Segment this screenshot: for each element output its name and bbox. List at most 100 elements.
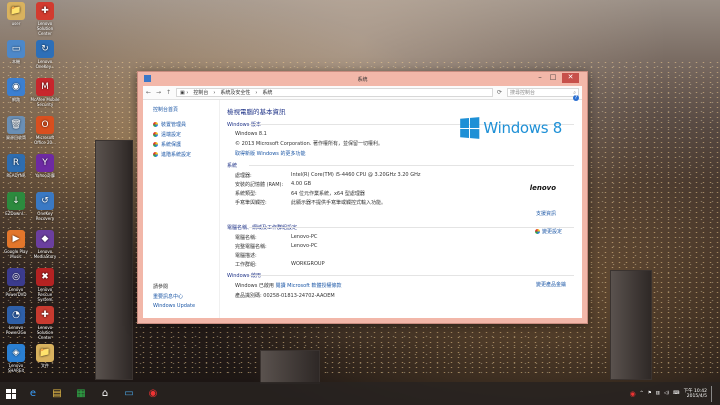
desktop-icon-label: Lenovo OneKey... xyxy=(35,59,55,69)
more-features-link[interactable]: 取得新版 Windows 的更多功能 xyxy=(227,150,574,157)
breadcrumb-item[interactable]: 系統 xyxy=(262,89,272,96)
desktop-icon[interactable]: Y Yahoo奇摩 xyxy=(30,154,60,178)
up-arrow-icon[interactable]: ↑ xyxy=(166,89,172,96)
sidebar-item-label: 系統保護 xyxy=(161,142,182,148)
shield-icon xyxy=(153,152,158,157)
desktop-icon[interactable]: O Microsoft Office 20... xyxy=(30,116,60,145)
window-titlebar[interactable]: 系統 – □ ✕ xyxy=(138,72,587,86)
sidebar-home-link[interactable]: 控制台首頁 xyxy=(153,106,219,113)
refresh-icon[interactable]: ⟳ xyxy=(497,89,503,96)
file-explorer-icon[interactable]: ▤ xyxy=(46,384,68,403)
desktop-icon-label: Yahoo奇摩 xyxy=(35,173,55,178)
chevron-up-icon[interactable]: ^ xyxy=(640,391,644,396)
desktop-icon-label: Lenovo Power2Go xyxy=(5,325,27,335)
app-icon: R xyxy=(7,154,25,172)
info-key: 手寫筆與觸控: xyxy=(235,200,267,206)
desktop-icon-label: EZDownl... xyxy=(5,211,27,216)
mcafee-icon[interactable]: ◉ xyxy=(142,384,164,403)
app-icon: ◔ xyxy=(7,306,25,324)
sidebar-item-remote-settings[interactable]: 遠端設定 xyxy=(153,131,219,138)
section-heading-computer-name: 電腦名稱、網域及工作群組設定 xyxy=(227,224,574,231)
search-input[interactable]: 搜尋控制台 ⌕ xyxy=(507,88,579,97)
app-icon: ◎ xyxy=(7,268,25,286)
desktop-icon[interactable]: ◔ Lenovo Power2Go xyxy=(1,306,31,335)
app-icon: Y xyxy=(36,154,54,172)
network-icon[interactable]: ▥ xyxy=(656,391,660,396)
desktop-icon[interactable]: 📁 user xyxy=(1,2,31,26)
desktop-icon[interactable]: ▭ 本機 xyxy=(1,40,31,64)
breadcrumb-separator: › xyxy=(255,89,258,96)
desktop-icon-label: Google Play Music xyxy=(4,249,28,259)
sidebar-item-label: 進階系統設定 xyxy=(161,152,192,158)
sidebar-item-system-protection[interactable]: 系統保護 xyxy=(153,141,219,148)
home-icon[interactable]: ⌂ xyxy=(94,384,116,403)
desktop-icon[interactable]: ◉ 網路 xyxy=(1,78,31,102)
desktop-icon[interactable]: 📁 文件 xyxy=(30,344,60,368)
info-value: Lenovo-PC xyxy=(291,234,318,240)
show-desktop-button[interactable] xyxy=(711,385,714,402)
app-icon: ◆ xyxy=(36,230,54,248)
sidebar-item-advanced-settings[interactable]: 進階系統設定 xyxy=(153,151,219,158)
copyright-text: © 2013 Microsoft Corporation. 著作權所有，並保留一… xyxy=(235,141,383,147)
change-settings-button[interactable]: 變更設定 xyxy=(534,228,562,235)
desktop-icon-label: McAfee Mobile Security xyxy=(30,97,60,107)
desktop-icon[interactable]: M McAfee Mobile Security xyxy=(30,78,60,107)
start-button[interactable] xyxy=(2,384,20,403)
monitor-icon[interactable]: ▭ xyxy=(118,384,140,403)
keyboard-icon[interactable]: ⌨ xyxy=(673,391,680,396)
action-center-link[interactable]: 重要訊息中心 xyxy=(153,293,195,300)
desktop-icon-label: 文件 xyxy=(41,363,49,368)
main-panel: 檢視電腦的基本資訊 Windows 版本 Windows 8.1 © 2013 … xyxy=(227,106,574,318)
app-icon: ▭ xyxy=(7,40,25,58)
minimize-button[interactable]: – xyxy=(534,73,546,83)
desktop-icon-label: Lenovo Solution Center xyxy=(36,325,54,340)
desktop-icon[interactable]: ✚ Lenovo Solution Center xyxy=(30,306,60,340)
windows-update-link[interactable]: Windows Update xyxy=(153,303,195,309)
sidebar-item-device-manager[interactable]: 裝置管理員 xyxy=(153,121,219,128)
oem-logo: lenovo xyxy=(529,184,556,192)
app-icon: ✚ xyxy=(36,2,54,20)
maximize-button[interactable]: □ xyxy=(547,73,559,83)
clock[interactable]: 下午 10:42 2015/4/5 xyxy=(684,389,707,399)
mcafee-tray-icon[interactable]: ◉ xyxy=(630,390,636,398)
breadcrumb[interactable]: ▣ › 控制台 › 系統及安全性 › 系統 xyxy=(176,88,493,97)
desktop-icon[interactable]: ◆ Lenovo MediaStory xyxy=(30,230,60,259)
desktop-icon[interactable]: R READYNR xyxy=(1,154,31,178)
desktop-icon[interactable]: ↻ Lenovo OneKey... xyxy=(30,40,60,69)
wallpaper-building xyxy=(610,270,652,380)
app-icon: M xyxy=(36,78,54,96)
forward-arrow-icon[interactable]: → xyxy=(156,89,162,96)
flag-icon[interactable]: ⚑ xyxy=(648,391,652,396)
search-placeholder: 搜尋控制台 xyxy=(510,90,536,96)
control-panel-icon: ▣ › xyxy=(180,89,189,96)
internet-explorer-icon[interactable]: e xyxy=(22,384,44,403)
close-button[interactable]: ✕ xyxy=(562,73,579,83)
desktop-icon[interactable]: ◎ Lenovo PowerDVD xyxy=(1,268,31,297)
desktop-icon[interactable]: ◈ Lenovo SHAREit xyxy=(1,344,31,373)
sidebar-see-also: 請參閱 重要訊息中心 Windows Update xyxy=(153,283,195,312)
volume-icon[interactable]: ◁) xyxy=(664,391,669,396)
desktop-icon[interactable]: ✚ Lenovo Solution Center xyxy=(30,2,60,36)
breadcrumb-separator: › xyxy=(213,89,216,96)
back-arrow-icon[interactable]: ← xyxy=(146,89,152,96)
desktop-icon[interactable]: ↺ OneKey Recovery xyxy=(30,192,60,221)
breadcrumb-item[interactable]: 系統及安全性 xyxy=(220,89,250,96)
desktop-icon[interactable]: ↓ EZDownl... xyxy=(1,192,31,216)
window-title: 系統 xyxy=(357,77,368,83)
info-value: 64 位元作業系統，x64 型處理器 xyxy=(291,191,365,197)
desktop-icon[interactable]: ✖ Lenovo Rescue System xyxy=(30,268,60,302)
desktop-icon[interactable]: ▶ Google Play Music xyxy=(1,230,31,259)
store-icon[interactable]: ▦ xyxy=(70,384,92,403)
support-info-link[interactable]: 支援資訊 xyxy=(536,210,556,217)
breadcrumb-item[interactable]: 控制台 xyxy=(193,89,208,96)
desktop-icon-label: READYNR xyxy=(6,173,26,178)
desktop-icon-label: Lenovo MediaStory xyxy=(33,249,57,259)
license-terms-link[interactable]: 閱讀 Microsoft 軟體授權條款 xyxy=(276,283,342,289)
section-heading-system: 系統 xyxy=(227,162,574,169)
system-window[interactable]: 系統 – □ ✕ ← → ↑ ▣ › 控制台 › 系統及安全性 › 系統 ⟳ 搜… xyxy=(137,71,588,324)
desktop-icon-label: 網路 xyxy=(12,97,20,102)
help-icon[interactable]: ? xyxy=(573,95,579,101)
desktop-icon[interactable]: 🗑 資源回收筒 xyxy=(1,116,31,140)
change-product-key-link[interactable]: 變更產品金鑰 xyxy=(536,281,566,288)
info-row: 工作群組: WORKGROUP xyxy=(227,261,574,268)
